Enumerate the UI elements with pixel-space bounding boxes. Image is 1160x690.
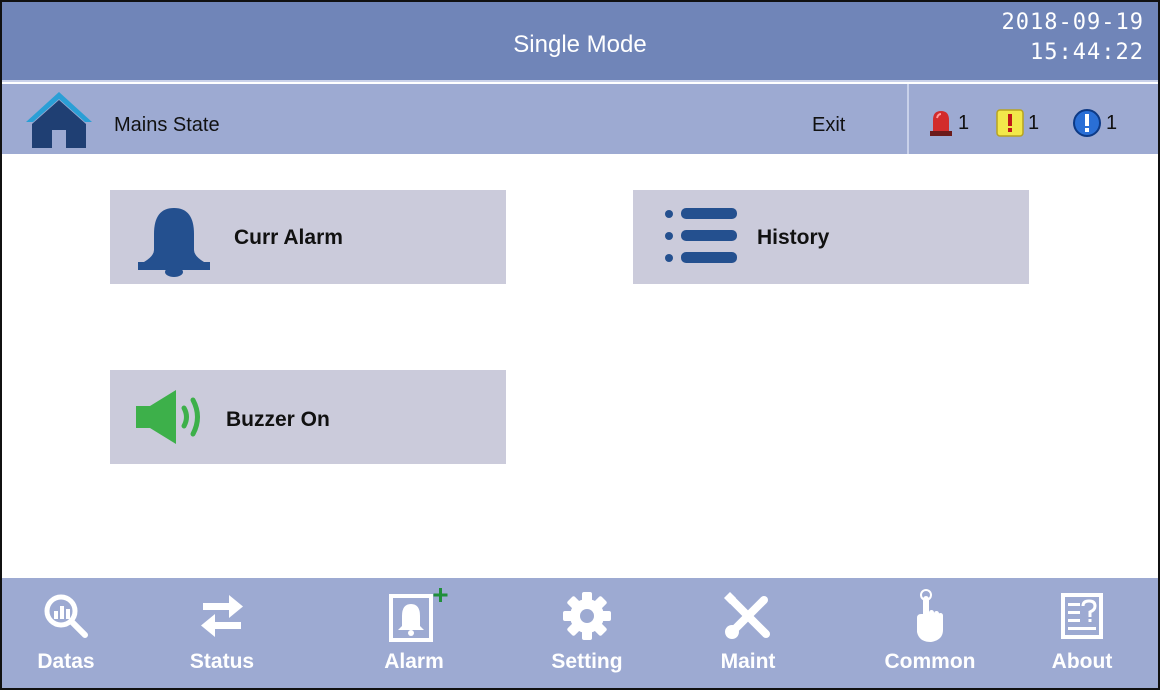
- datetime: 2018-09-19 15:44:22: [1002, 8, 1144, 68]
- alarm-count-badge[interactable]: 1: [928, 106, 969, 140]
- warning-count-badge[interactable]: 1: [996, 106, 1039, 140]
- sub-bar: Mains State Exit 1 1 1: [2, 84, 1158, 154]
- warning-count: 1: [1028, 111, 1040, 134]
- swap-arrows-icon: [201, 595, 243, 637]
- gear-icon: [563, 592, 611, 640]
- alarm-count: 1: [958, 111, 970, 134]
- date-text: 2018-09-19: [1001, 10, 1144, 35]
- buzzer-label: Buzzer On: [226, 408, 330, 431]
- nav-item-common[interactable]: Common: [870, 578, 990, 688]
- nav-label-common: Common: [884, 650, 976, 673]
- history-label: History: [757, 226, 830, 249]
- nav-label-maint: Maint: [720, 650, 776, 673]
- red-alarm-light-icon: [930, 111, 952, 136]
- nav-label-datas: Datas: [37, 650, 95, 673]
- nav-label-about: About: [1051, 650, 1113, 673]
- info-count-badge[interactable]: 1: [1072, 106, 1117, 140]
- exit-button[interactable]: Exit: [812, 84, 845, 166]
- help-document-icon: [1061, 593, 1103, 639]
- nav-item-status[interactable]: Status: [162, 578, 282, 688]
- ups-screen: Single Mode 2018-09-19 15:44:22 Mains St…: [0, 0, 1160, 690]
- home-button[interactable]: [24, 88, 94, 150]
- home-icon: [26, 92, 92, 148]
- nav-label-alarm: Alarm: [384, 650, 444, 673]
- page-subtitle: Mains State: [114, 114, 220, 136]
- nav-label-setting: Setting: [551, 650, 623, 673]
- list-icon: [665, 208, 737, 263]
- chart-magnifier-icon: [44, 594, 88, 638]
- bell-icon: [138, 208, 210, 277]
- yellow-warning-icon: [996, 109, 1024, 137]
- speaker-icon: [136, 390, 200, 444]
- info-count: 1: [1106, 111, 1118, 134]
- nav-item-datas[interactable]: Datas: [6, 578, 126, 688]
- curr-alarm-button[interactable]: Curr Alarm: [110, 190, 506, 284]
- history-button[interactable]: History: [633, 190, 1029, 284]
- blue-info-icon: [1073, 109, 1101, 137]
- wrench-screwdriver-icon: [724, 592, 770, 639]
- time-text: 15:44:22: [1030, 40, 1144, 65]
- divider: [907, 84, 909, 154]
- pointer-hand-icon: [917, 589, 943, 642]
- mode-title: Single Mode: [513, 31, 647, 58]
- nav-label-status: Status: [189, 650, 255, 673]
- title-bar: Single Mode 2018-09-19 15:44:22: [2, 2, 1158, 82]
- bottom-nav: Datas Status Alarm Setting Maint Common …: [2, 578, 1158, 688]
- nav-item-about[interactable]: About: [1022, 578, 1142, 688]
- nav-item-maint[interactable]: Maint: [688, 578, 808, 688]
- buzzer-toggle-button[interactable]: Buzzer On: [110, 370, 506, 464]
- curr-alarm-label: Curr Alarm: [234, 226, 343, 249]
- nav-item-alarm[interactable]: Alarm: [354, 578, 474, 688]
- nav-item-setting[interactable]: Setting: [527, 578, 647, 688]
- alarm-bell-icon: [389, 588, 448, 642]
